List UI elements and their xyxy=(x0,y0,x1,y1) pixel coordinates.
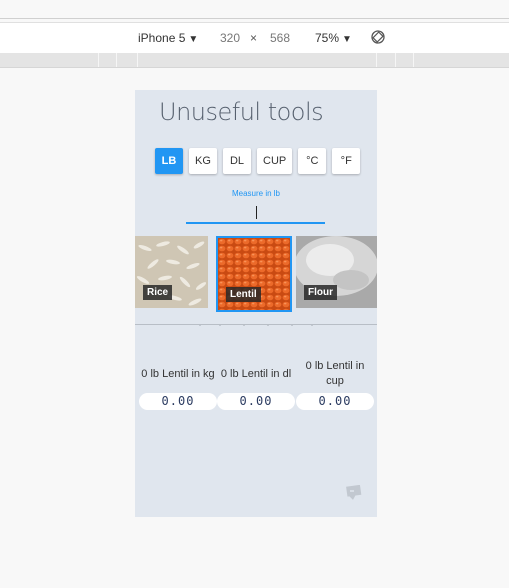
unit-button-celsius[interactable]: °C xyxy=(298,148,327,174)
ingredient-label-flour: Flour xyxy=(304,285,337,300)
result-value: 0.00 xyxy=(296,393,374,410)
ingredient-card-lentil[interactable]: Lentil xyxy=(216,236,292,312)
result-dl: 0 lb Lentil in dl 0.00 xyxy=(217,358,295,410)
feedback-icon[interactable] xyxy=(342,485,362,501)
phone-viewport: Unuseful tools LB KG DL CUP °C °F Measur… xyxy=(135,90,377,517)
result-cup: 0 lb Lentil in cup 0.00 xyxy=(296,358,374,410)
result-value: 0.00 xyxy=(139,393,217,410)
app-title: Unuseful tools xyxy=(159,98,324,126)
text-cursor xyxy=(256,206,257,219)
devtools-device-toolbar: iPhone 5 ▼ 320 × 568 75% ▼ xyxy=(0,22,509,54)
unit-selector: LB KG DL CUP °C °F xyxy=(155,148,361,174)
unit-button-dl[interactable]: DL xyxy=(223,148,251,174)
result-title: 0 lb Lentil in dl xyxy=(220,367,292,380)
ingredient-label-lentil: Lentil xyxy=(226,287,261,302)
unit-button-kg[interactable]: KG xyxy=(189,148,217,174)
caret-down-icon: ▼ xyxy=(342,34,352,45)
result-kg: 0 lb Lentil in kg 0.00 xyxy=(139,358,217,410)
ingredient-carousel: Rice Lentil Flour xyxy=(135,236,377,316)
device-select[interactable]: iPhone 5 ▼ xyxy=(138,31,198,45)
ingredient-card-flour[interactable]: Flour xyxy=(296,236,377,308)
zoom-level: 75% xyxy=(315,31,340,45)
result-title: 0 lb Lentil in kg xyxy=(141,367,215,380)
unit-button-cup[interactable]: CUP xyxy=(257,148,293,174)
caret-down-icon: ▼ xyxy=(188,34,199,45)
viewport-height[interactable]: 568 xyxy=(270,31,290,45)
unit-button-lb[interactable]: LB xyxy=(155,148,183,174)
unit-button-fahrenheit[interactable]: °F xyxy=(332,148,361,174)
ingredient-card-rice[interactable]: Rice xyxy=(135,236,208,308)
carousel-indicators xyxy=(195,324,315,327)
devtools-top-border xyxy=(0,18,509,19)
measure-label: Measure in lb xyxy=(231,189,281,198)
dimension-separator: × xyxy=(250,31,258,45)
viewport-width[interactable]: 320 xyxy=(220,31,240,45)
ingredient-label-rice: Rice xyxy=(143,285,173,300)
rotate-icon[interactable] xyxy=(370,29,386,45)
zoom-select[interactable]: 75% ▼ xyxy=(315,31,352,45)
result-value: 0.00 xyxy=(217,393,295,410)
result-title: 0 lb Lentil in cup xyxy=(305,360,365,387)
device-name: iPhone 5 xyxy=(138,31,186,45)
devtools-ruler xyxy=(0,53,509,68)
